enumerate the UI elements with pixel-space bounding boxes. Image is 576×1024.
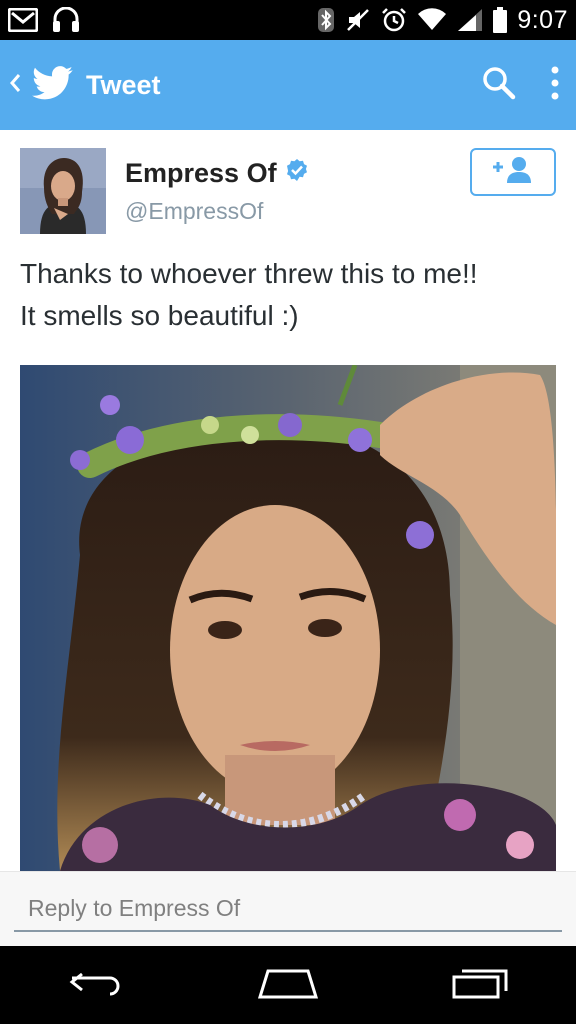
navigation-bar xyxy=(0,946,576,1024)
search-icon[interactable] xyxy=(482,66,516,104)
photo-illustration xyxy=(20,365,556,871)
status-bar: 9:07 xyxy=(0,0,576,40)
nav-recents-button[interactable] xyxy=(430,955,530,1015)
display-name-text: Empress Of xyxy=(125,158,277,188)
display-name[interactable]: Empress Of xyxy=(125,158,309,189)
tweet-text-line: Thanks to whoever threw this to me!! xyxy=(20,258,478,289)
headset-icon xyxy=(52,7,80,33)
recents-nav-icon xyxy=(452,967,508,1003)
reply-area xyxy=(0,871,576,947)
alarm-icon xyxy=(381,7,407,33)
wifi-icon xyxy=(417,8,447,32)
twitter-bird-icon xyxy=(32,66,74,104)
back-button[interactable] xyxy=(8,40,74,130)
gmail-icon xyxy=(8,8,38,32)
reply-input[interactable] xyxy=(14,892,562,932)
app-bar-title: Tweet xyxy=(86,69,161,100)
nav-home-button[interactable] xyxy=(238,955,338,1015)
tweet-text-line: It smells so beautiful :) xyxy=(20,300,299,331)
back-nav-icon xyxy=(68,968,124,1002)
status-time: 9:07 xyxy=(517,5,568,34)
follow-button[interactable] xyxy=(470,148,556,196)
home-nav-icon xyxy=(257,967,319,1003)
avatar[interactable] xyxy=(20,148,106,234)
bluetooth-icon xyxy=(317,7,335,33)
status-left-icons xyxy=(8,7,80,33)
app-bar-actions xyxy=(482,66,560,104)
user-handle[interactable]: @EmpressOf xyxy=(125,198,263,225)
follow-user-icon xyxy=(491,155,535,189)
signal-icon xyxy=(457,8,483,32)
app-bar: Tweet xyxy=(0,40,576,130)
battery-icon xyxy=(493,7,508,33)
tweet-text: Thanks to whoever threw this to me!! It … xyxy=(20,253,556,337)
mute-icon xyxy=(345,7,371,33)
nav-back-button[interactable] xyxy=(46,955,146,1015)
verified-badge-icon xyxy=(285,158,309,189)
overflow-menu-icon[interactable] xyxy=(550,66,560,104)
back-icon xyxy=(8,72,22,98)
status-right-icons: 9:07 xyxy=(317,6,568,35)
tweet-header: Empress Of @EmpressOf xyxy=(20,148,556,238)
tweet-photo[interactable] xyxy=(20,365,556,871)
